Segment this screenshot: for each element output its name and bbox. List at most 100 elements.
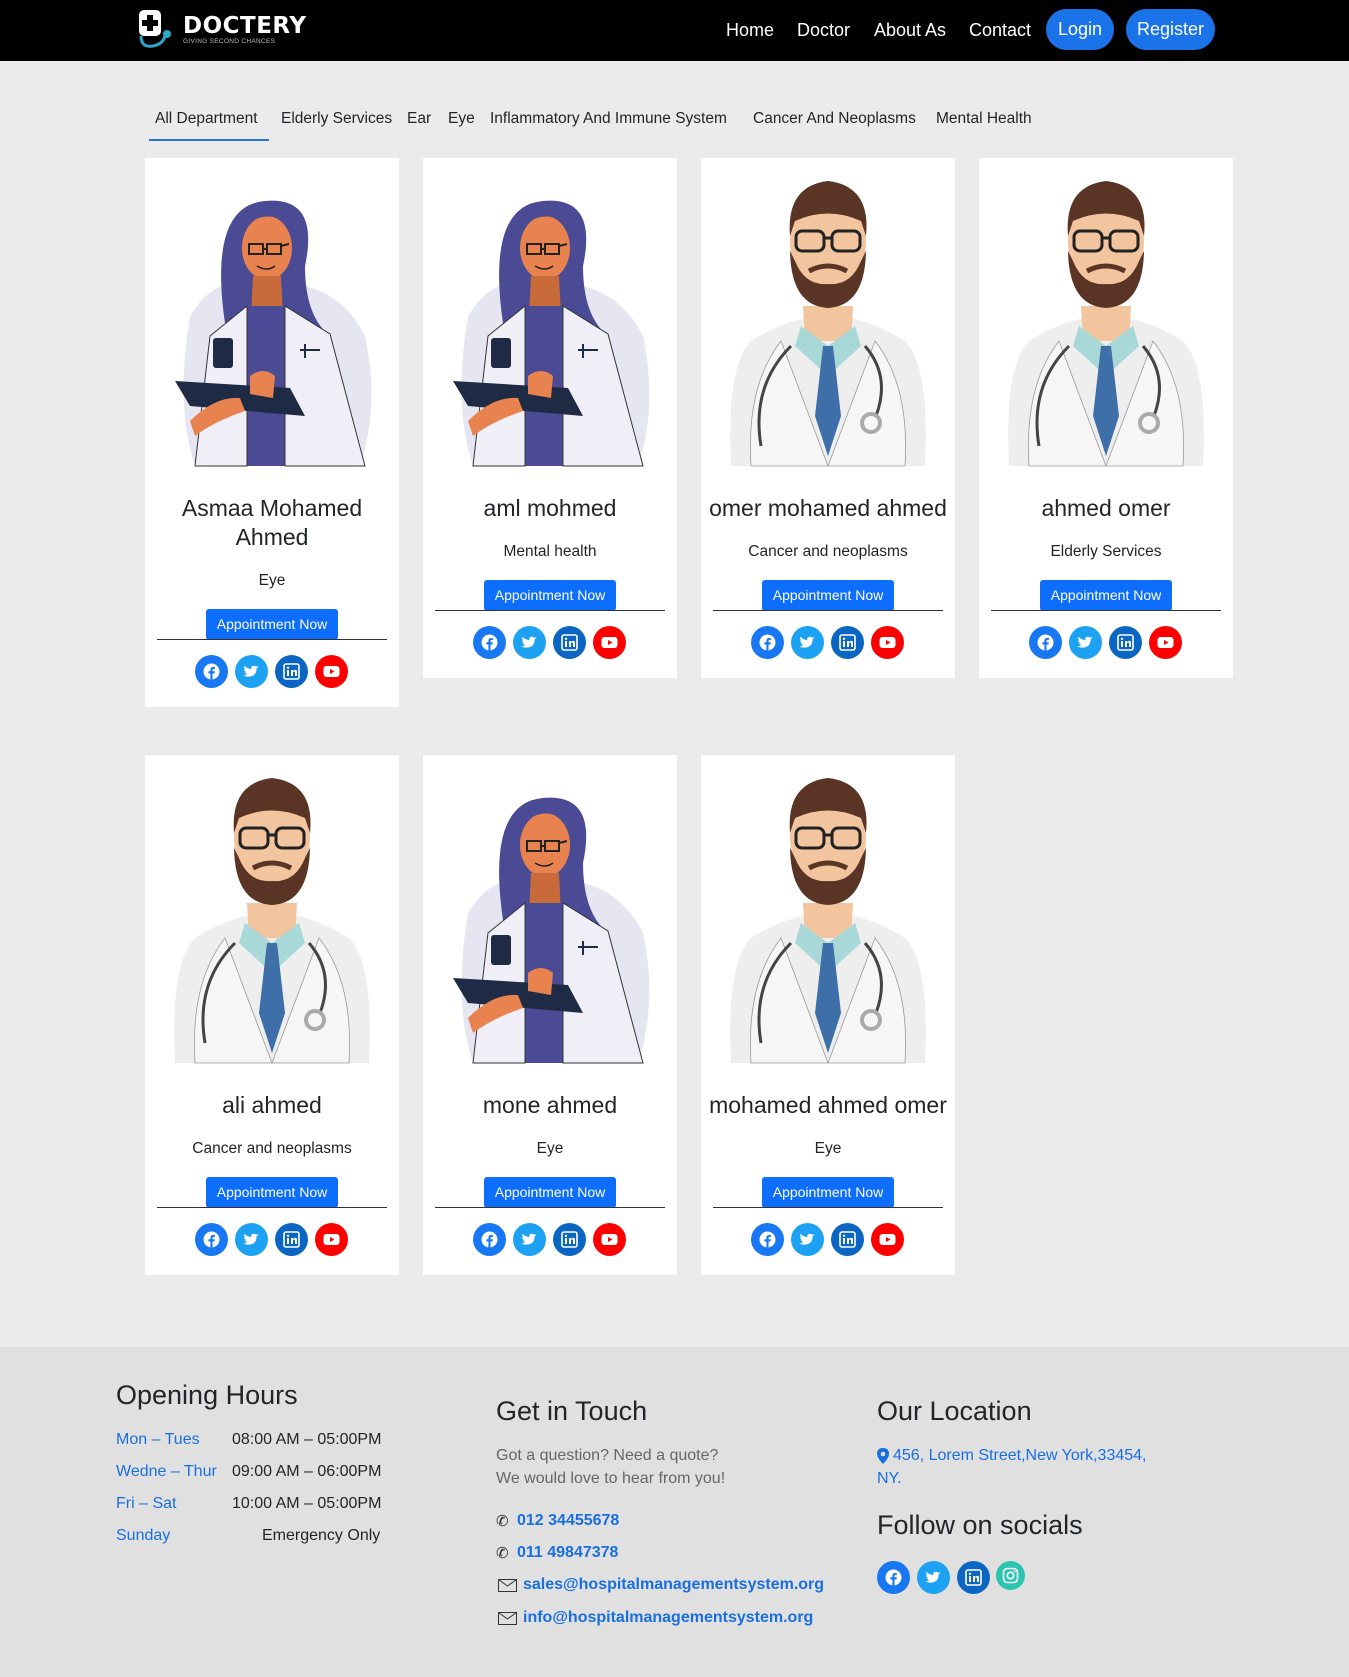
youtube-icon[interactable] — [593, 1223, 626, 1256]
tab-inflammatory-immune[interactable]: Inflammatory And Immune System — [490, 110, 727, 128]
linkedin-icon[interactable] — [1109, 626, 1142, 659]
brand-logo[interactable]: DOCTERY GIVING SECOND CHANCES — [133, 8, 306, 50]
appointment-button[interactable]: Appointment Now — [762, 580, 894, 611]
linkedin-icon[interactable] — [957, 1561, 990, 1594]
doctor-card: mone ahmed Eye Appointment Now — [423, 755, 677, 1275]
address-line[interactable]: 456, Lorem Street,New York,33454, — [893, 1447, 1147, 1465]
youtube-icon[interactable] — [593, 626, 626, 659]
address-line[interactable]: NY. — [877, 1470, 902, 1488]
doctor-card: mohamed ahmed omer Eye Appointment Now — [701, 755, 955, 1275]
facebook-icon[interactable] — [751, 626, 784, 659]
facebook-icon[interactable] — [195, 1223, 228, 1256]
hours-time: Emergency Only — [262, 1527, 381, 1544]
nav-home[interactable]: Home — [726, 20, 774, 41]
appointment-button[interactable]: Appointment Now — [762, 1177, 894, 1208]
brand-name: DOCTERY — [183, 13, 307, 39]
nav-about[interactable]: About As — [874, 20, 946, 41]
twitter-icon[interactable] — [235, 655, 268, 688]
divider — [435, 1207, 665, 1208]
doctor-socials — [1029, 626, 1183, 660]
doctor-socials — [473, 626, 627, 660]
instagram-icon[interactable] — [996, 1561, 1025, 1590]
male-doctor-avatar — [155, 763, 389, 1065]
register-button[interactable]: Register — [1126, 9, 1215, 50]
medical-cross-logo-icon — [139, 10, 171, 48]
divider — [157, 1207, 387, 1208]
twitter-icon[interactable] — [1069, 626, 1102, 659]
female-doctor-avatar — [452, 796, 651, 1064]
facebook-icon[interactable] — [1029, 626, 1062, 659]
appointment-button[interactable]: Appointment Now — [1040, 580, 1172, 611]
nav-doctor[interactable]: Doctor — [797, 20, 850, 41]
hours-day: Fri – Sat — [116, 1495, 177, 1512]
facebook-icon[interactable] — [751, 1223, 784, 1256]
doctor-name: ali ahmed — [222, 1092, 322, 1118]
youtube-icon[interactable] — [315, 655, 348, 688]
phone-link[interactable]: 012 34455678 — [517, 1512, 619, 1530]
doctor-socials — [473, 1223, 627, 1257]
linkedin-icon[interactable] — [275, 1223, 308, 1256]
female-doctor-avatar — [174, 199, 373, 467]
login-button[interactable]: Login — [1046, 9, 1114, 50]
doctor-name: aml mohmed — [483, 495, 617, 521]
phone-link[interactable]: 011 49847378 — [517, 1544, 618, 1562]
envelope-icon — [498, 1612, 517, 1625]
youtube-icon[interactable] — [871, 626, 904, 659]
contact-text: Got a question? Need a quote? — [496, 1447, 719, 1464]
doctor-department: Eye — [536, 1140, 564, 1157]
youtube-icon[interactable] — [871, 1223, 904, 1256]
linkedin-icon[interactable] — [831, 1223, 864, 1256]
email-link[interactable]: sales@hospitalmanagementsystem.org — [523, 1576, 824, 1594]
tab-cancer-neoplasms[interactable]: Cancer And Neoplasms — [753, 110, 916, 128]
doctor-department: Eye — [258, 572, 286, 589]
email-link[interactable]: info@hospitalmanagementsystem.org — [523, 1609, 813, 1627]
male-doctor-avatar — [711, 763, 945, 1065]
appointment-button[interactable]: Appointment Now — [206, 609, 338, 640]
facebook-icon[interactable] — [473, 626, 506, 659]
top-navbar: DOCTERY GIVING SECOND CHANCES Home Docto… — [0, 0, 1349, 61]
divider — [435, 610, 665, 611]
doctor-socials — [751, 626, 905, 660]
divider — [713, 1207, 943, 1208]
hours-day: Wedne – Thur — [116, 1463, 217, 1480]
linkedin-icon[interactable] — [275, 655, 308, 688]
divider — [157, 639, 387, 640]
twitter-icon[interactable] — [917, 1561, 950, 1594]
linkedin-icon[interactable] — [831, 626, 864, 659]
twitter-icon[interactable] — [513, 626, 546, 659]
footer: Opening Hours Mon – Tues 08:00 AM – 05:0… — [0, 1347, 1349, 1677]
doctor-name: ahmed omer — [1041, 495, 1171, 521]
appointment-button[interactable]: Appointment Now — [484, 1177, 616, 1208]
facebook-icon[interactable] — [877, 1561, 910, 1594]
female-doctor-avatar — [452, 199, 651, 467]
tab-mental-health[interactable]: Mental Health — [936, 110, 1032, 128]
twitter-icon[interactable] — [235, 1223, 268, 1256]
nav-contact[interactable]: Contact — [969, 20, 1031, 41]
doctor-socials — [195, 1223, 349, 1257]
tab-ear[interactable]: Ear — [407, 110, 431, 128]
department-tabs: All Department Elderly Services Ear Eye … — [0, 108, 1349, 143]
twitter-icon[interactable] — [791, 1223, 824, 1256]
envelope-icon — [498, 1579, 517, 1592]
facebook-icon[interactable] — [195, 655, 228, 688]
hours-day: Sunday — [116, 1527, 171, 1544]
hours-time: 10:00 AM – 05:00PM — [232, 1495, 382, 1512]
linkedin-icon[interactable] — [553, 1223, 586, 1256]
doctor-card: Asmaa Mohamed Ahmed Eye Appointment Now — [145, 158, 399, 707]
doctor-card: ahmed omer Elderly Services Appointment … — [979, 158, 1233, 678]
doctor-socials — [751, 1223, 905, 1257]
youtube-icon[interactable] — [1149, 626, 1182, 659]
facebook-icon[interactable] — [473, 1223, 506, 1256]
tab-all-department[interactable]: All Department — [155, 110, 258, 128]
linkedin-icon[interactable] — [553, 626, 586, 659]
youtube-icon[interactable] — [315, 1223, 348, 1256]
appointment-button[interactable]: Appointment Now — [206, 1177, 338, 1208]
contact-text: We would love to hear from you! — [496, 1470, 726, 1487]
twitter-icon[interactable] — [513, 1223, 546, 1256]
hours-time: 08:00 AM – 05:00PM — [232, 1431, 382, 1448]
divider — [713, 610, 943, 611]
tab-eye[interactable]: Eye — [448, 110, 475, 128]
tab-elderly-services[interactable]: Elderly Services — [281, 110, 392, 128]
appointment-button[interactable]: Appointment Now — [484, 580, 616, 611]
twitter-icon[interactable] — [791, 626, 824, 659]
